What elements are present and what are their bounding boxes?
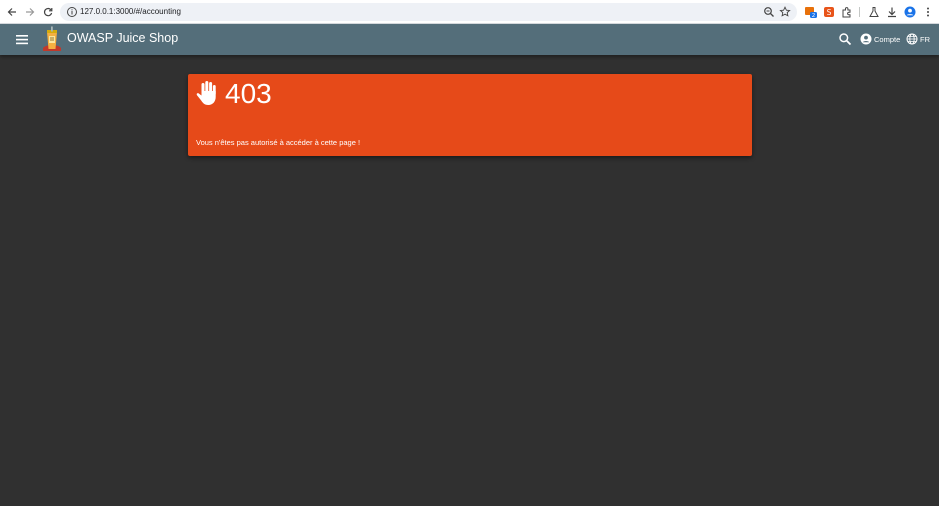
juice-shop-logo-icon[interactable] bbox=[40, 26, 64, 53]
toolbar-divider bbox=[859, 7, 860, 17]
labs-flask-icon[interactable] bbox=[867, 5, 881, 19]
error-message: Vous n'êtes pas autorisé à accéder à cet… bbox=[196, 138, 361, 147]
extensions-puzzle-icon[interactable] bbox=[840, 5, 854, 19]
browser-toolbar: 127.0.0.1:3000/#/accounting 2 S bbox=[0, 0, 939, 24]
account-circle-icon bbox=[860, 33, 872, 45]
reload-button[interactable] bbox=[40, 4, 56, 20]
address-bar[interactable]: 127.0.0.1:3000/#/accounting bbox=[60, 3, 797, 21]
extension-wappalyzer-icon[interactable]: 2 bbox=[804, 5, 818, 19]
back-button[interactable] bbox=[4, 4, 20, 20]
more-menu-icon[interactable] bbox=[921, 5, 935, 19]
error-code: 403 bbox=[225, 78, 272, 109]
extension-badge: 2 bbox=[812, 13, 816, 19]
extension-letter: S bbox=[827, 8, 832, 17]
error-card: 403 Vous n'êtes pas autorisé à accéder à… bbox=[188, 74, 752, 156]
arrow-left-icon bbox=[7, 8, 16, 16]
app-title[interactable]: OWASP Juice Shop bbox=[67, 24, 178, 53]
extension-s-icon[interactable]: S bbox=[822, 5, 836, 19]
menu-icon[interactable] bbox=[14, 31, 31, 48]
search-icon[interactable] bbox=[838, 32, 852, 46]
bookmark-star-icon[interactable] bbox=[779, 6, 791, 18]
account-button[interactable]: Compte bbox=[860, 31, 900, 47]
reload-icon bbox=[43, 7, 53, 17]
app-toolbar: OWASP Juice Shop Compte FR bbox=[0, 24, 939, 55]
language-button[interactable]: FR bbox=[906, 31, 930, 47]
language-label: FR bbox=[920, 34, 930, 44]
forward-button[interactable] bbox=[22, 4, 38, 20]
download-icon[interactable] bbox=[885, 5, 899, 19]
zoom-icon[interactable] bbox=[763, 6, 775, 18]
arrow-right-icon bbox=[26, 8, 35, 16]
site-info-icon[interactable] bbox=[66, 6, 78, 18]
hand-stop-icon bbox=[196, 81, 216, 105]
globe-icon bbox=[906, 33, 918, 45]
account-label: Compte bbox=[874, 34, 901, 44]
profile-avatar-icon[interactable] bbox=[903, 5, 917, 19]
url-text[interactable]: 127.0.0.1:3000/#/accounting bbox=[80, 3, 181, 21]
